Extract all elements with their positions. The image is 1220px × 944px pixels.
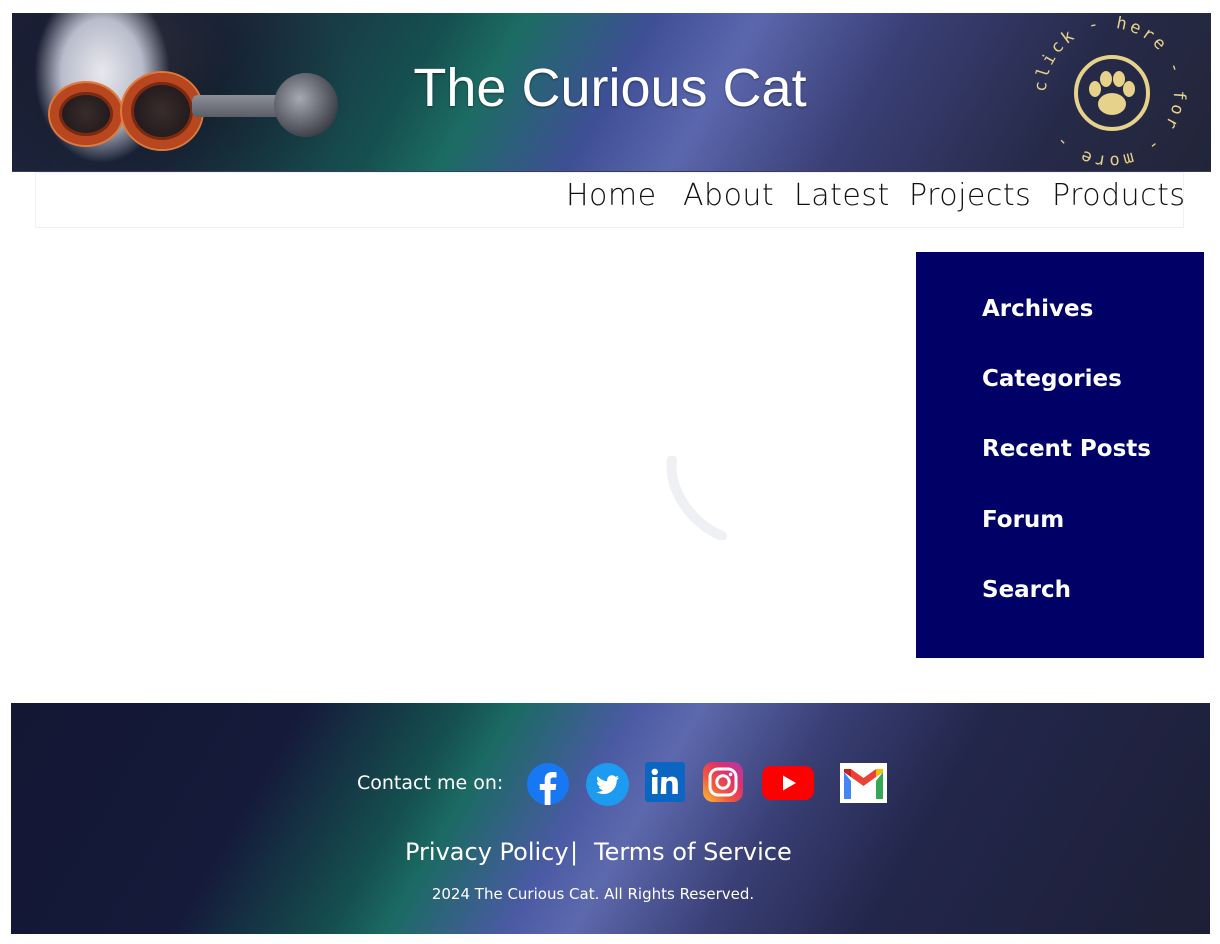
footer-link-separator: | bbox=[570, 838, 579, 866]
twitter-link[interactable] bbox=[586, 763, 629, 806]
youtube-icon bbox=[762, 766, 814, 800]
sidebar-item-archives[interactable]: Archives bbox=[982, 296, 1093, 322]
nav-about[interactable]: About bbox=[683, 178, 774, 213]
linkedin-icon bbox=[645, 762, 685, 802]
goggle-left bbox=[50, 83, 122, 145]
facebook-link[interactable] bbox=[527, 763, 569, 805]
twitter-icon bbox=[586, 763, 629, 806]
instagram-link[interactable] bbox=[703, 762, 743, 802]
sidebar-item-search[interactable]: Search bbox=[982, 577, 1071, 603]
copyright-text: 2024 The Curious Cat. All Rights Reserve… bbox=[431, 885, 755, 903]
goggle-knob bbox=[274, 73, 338, 137]
header-banner: The Curious Cat click - here - for - mor… bbox=[12, 13, 1211, 172]
logo-ring-text: click - here - for - more - bbox=[1031, 13, 1187, 171]
nav-projects[interactable]: Projects bbox=[909, 178, 1031, 213]
nav-latest[interactable]: Latest bbox=[794, 178, 890, 213]
instagram-icon bbox=[703, 762, 743, 802]
privacy-policy-link[interactable]: Privacy Policy bbox=[405, 838, 569, 866]
sidebar-item-recent-posts[interactable]: Recent Posts bbox=[982, 436, 1151, 462]
facebook-icon bbox=[527, 763, 569, 805]
goggle-strap bbox=[192, 95, 287, 117]
site-title: The Curious Cat bbox=[413, 58, 807, 118]
cat-illustration bbox=[12, 13, 342, 171]
sidebar-item-categories[interactable]: Categories bbox=[982, 366, 1122, 392]
linkedin-link[interactable] bbox=[645, 762, 685, 802]
paw-logo-link[interactable]: click - here - for - more - bbox=[1030, 13, 1190, 171]
nav-products[interactable]: Products bbox=[1052, 178, 1186, 213]
loading-spinner-icon bbox=[666, 456, 727, 540]
gmail-icon bbox=[840, 763, 887, 803]
svg-text:click - here - for - more -: click - here - for - more - bbox=[1031, 16, 1190, 168]
sidebar-item-forum[interactable]: Forum bbox=[982, 507, 1064, 533]
terms-of-service-link[interactable]: Terms of Service bbox=[594, 838, 792, 866]
goggle-right bbox=[122, 73, 202, 149]
gmail-link[interactable] bbox=[840, 763, 887, 803]
youtube-link[interactable] bbox=[762, 766, 814, 800]
contact-label: Contact me on: bbox=[357, 772, 504, 794]
nav-home[interactable]: Home bbox=[566, 178, 657, 213]
paw-logo-icon: click - here - for - more - bbox=[1031, 13, 1190, 171]
